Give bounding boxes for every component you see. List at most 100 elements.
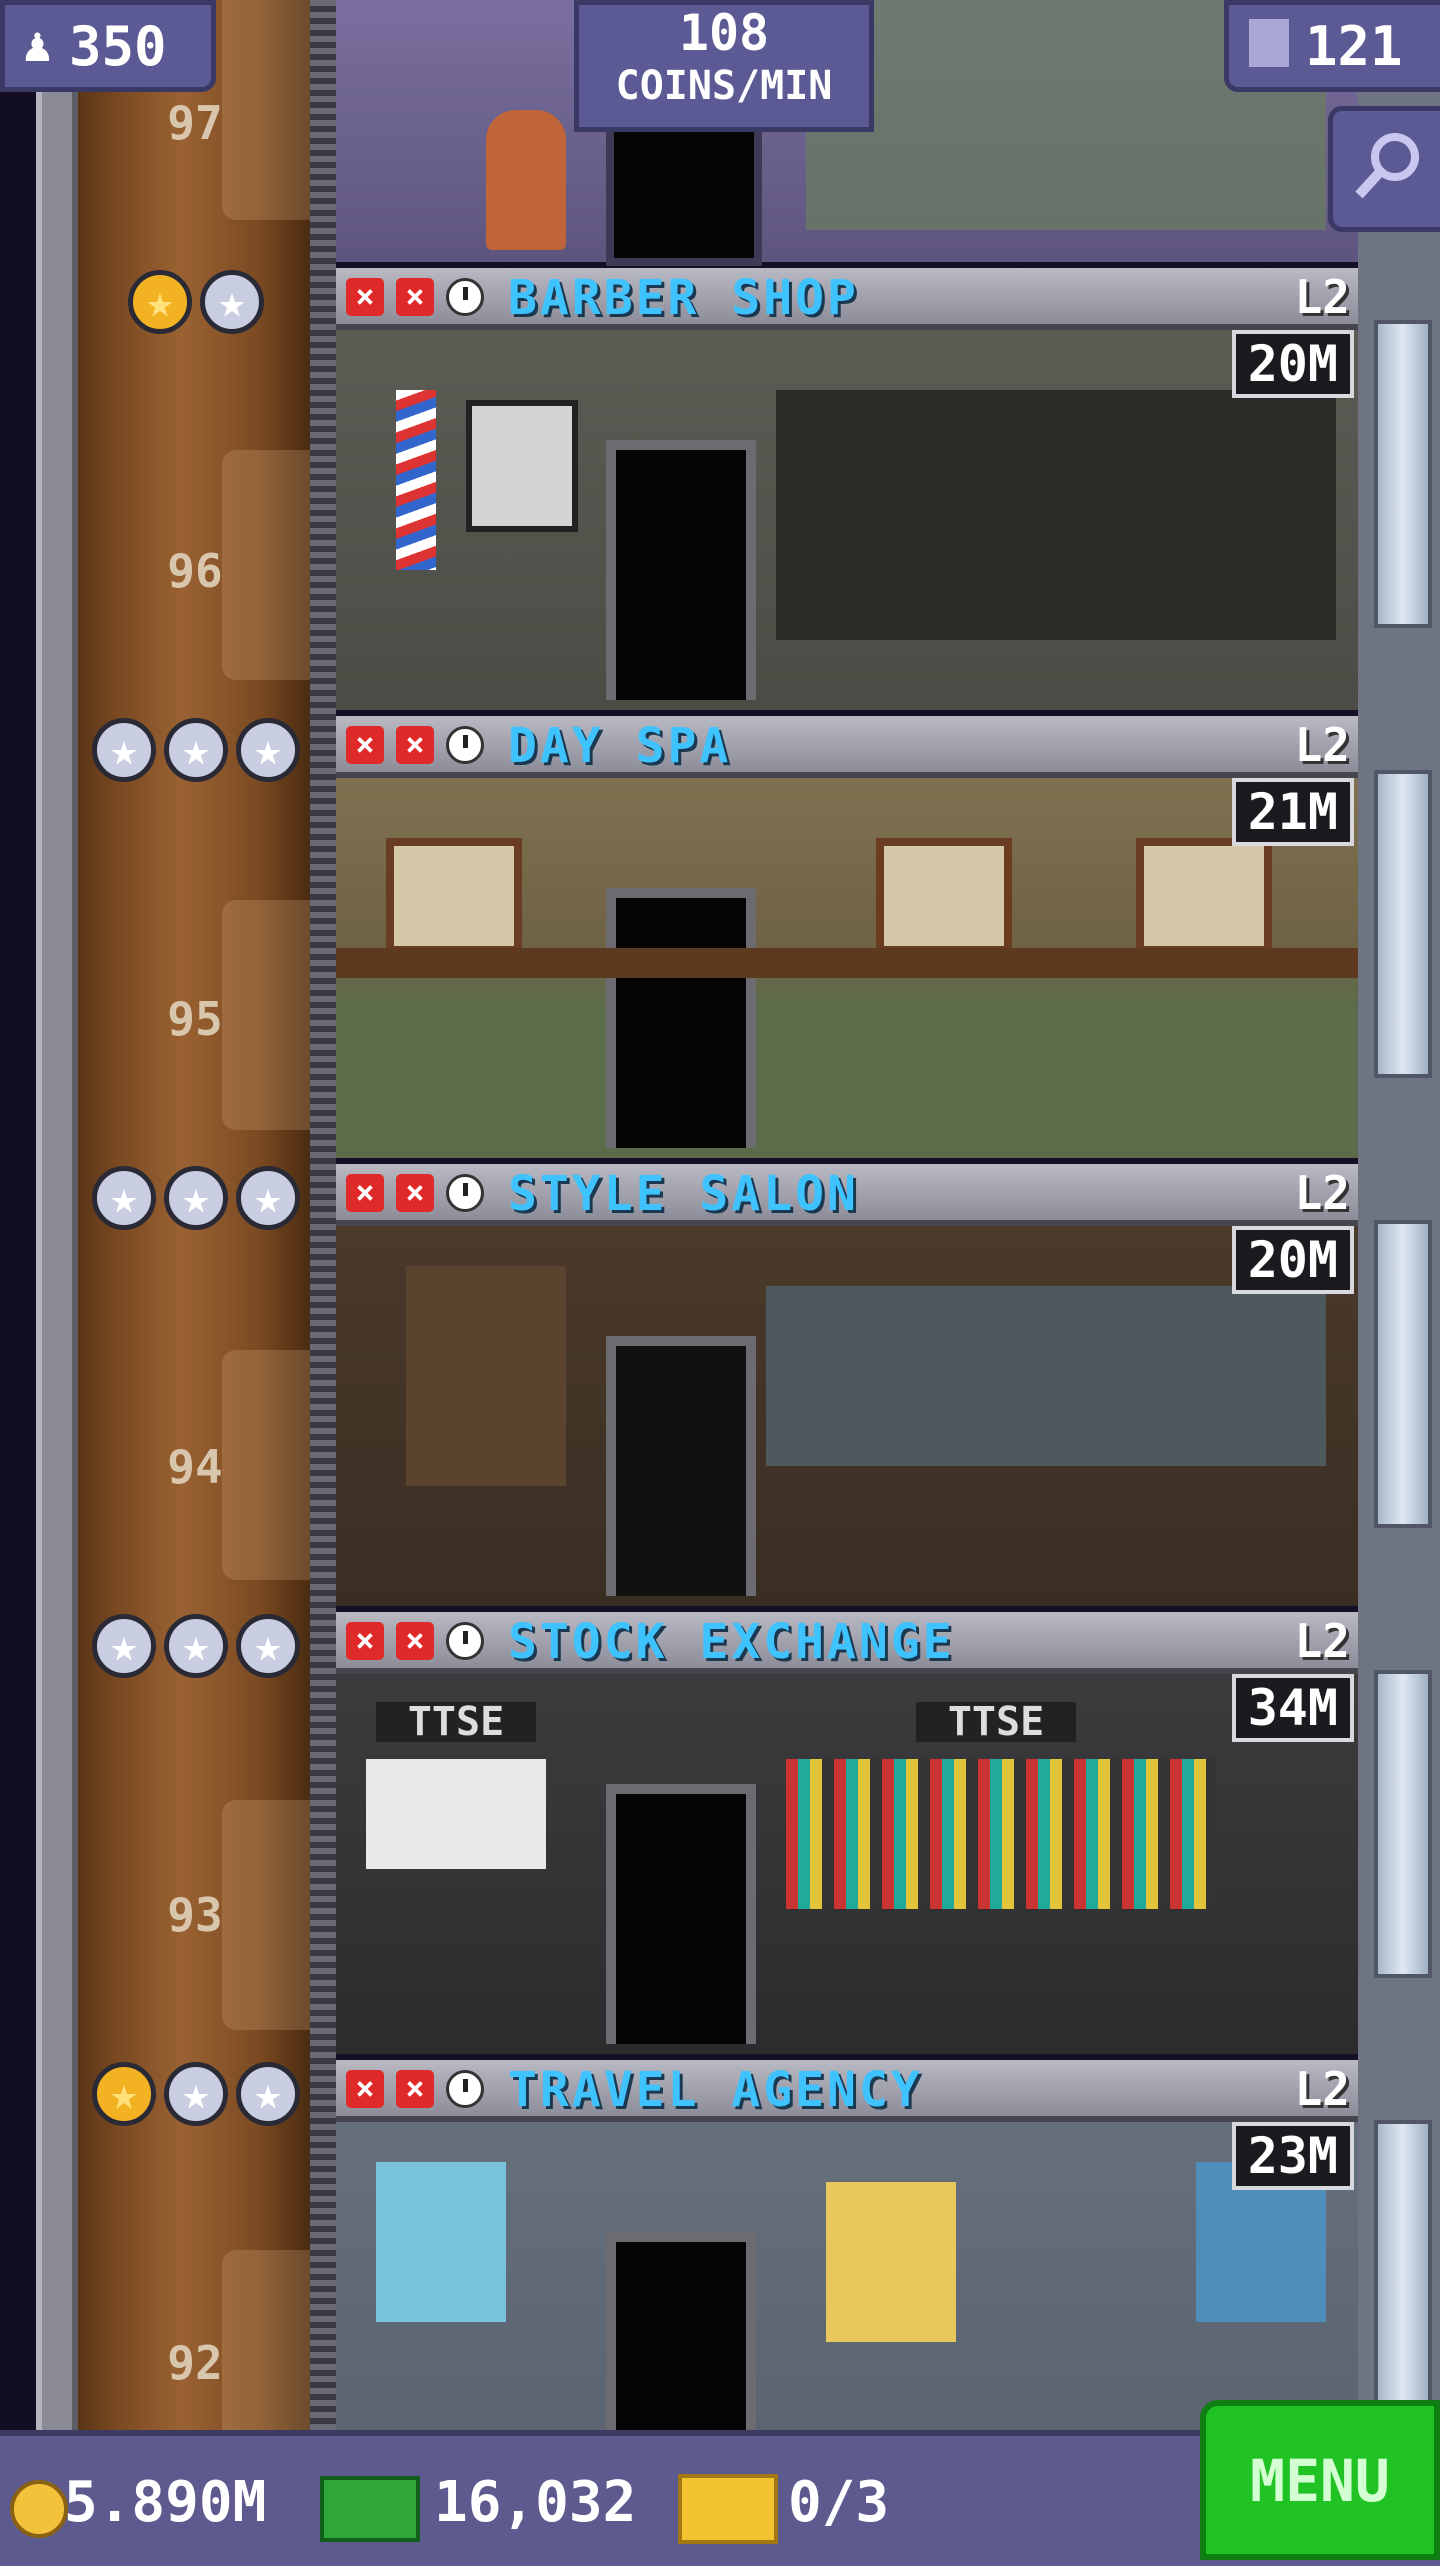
- close-icon: ×: [346, 2070, 384, 2108]
- coins-value: 5.890M: [64, 2470, 267, 2535]
- travel-poster: [826, 2182, 956, 2342]
- star-icon: ★: [128, 270, 192, 334]
- picture-frame: [876, 838, 1012, 954]
- star-icon: ★: [92, 2062, 156, 2126]
- coins-rate-display: 108 COINS/MIN: [574, 0, 874, 132]
- star-icon: ★: [92, 1166, 156, 1230]
- floor-star-rating: ★ ★: [128, 270, 268, 336]
- floor-level: L2: [1294, 270, 1350, 324]
- floor-name: TRAVEL AGENCY: [508, 2062, 923, 2118]
- star-icon: ★: [164, 1166, 228, 1230]
- floors-counter[interactable]: 121: [1224, 0, 1440, 92]
- population-value: 350: [69, 15, 167, 78]
- star-icon: ★: [92, 1614, 156, 1678]
- clock-icon: [446, 2070, 484, 2108]
- elevator-track: [310, 0, 336, 2430]
- star-icon: ★: [164, 1614, 228, 1678]
- floor-name: DAY SPA: [508, 718, 732, 774]
- stock-ticker-board: [786, 1759, 1216, 1909]
- star-icon: ★: [236, 2062, 300, 2126]
- floor-number: 96: [167, 544, 223, 598]
- close-icon: ×: [396, 278, 434, 316]
- floor-room[interactable]: [336, 330, 1358, 710]
- floor-level: L2: [1294, 718, 1350, 772]
- close-icon: ×: [346, 726, 384, 764]
- building-icon: [1249, 19, 1289, 67]
- star-icon: ★: [236, 1614, 300, 1678]
- star-icon: ★: [236, 718, 300, 782]
- close-icon: ×: [346, 1622, 384, 1660]
- clock-icon: [446, 1622, 484, 1660]
- population-counter[interactable]: ♟ 350: [0, 0, 216, 92]
- shelf: [406, 1266, 566, 1486]
- floor-header: × × TRAVEL AGENCY L2: [336, 2060, 1358, 2122]
- floor-name: STOCK EXCHANGE: [508, 1614, 955, 1670]
- window: [1374, 2120, 1432, 2428]
- person-icon: ♟: [23, 17, 52, 73]
- floor-timer: 21M: [1231, 778, 1354, 846]
- bux-icon: [320, 2476, 420, 2542]
- floor-style-salon[interactable]: × × STYLE SALON L2 20M: [336, 1164, 1358, 1612]
- floor-star-rating: ★ ★ ★: [92, 1166, 304, 1232]
- floor-timer: 23M: [1231, 2122, 1354, 2190]
- floor-room[interactable]: TTSE TTSE: [336, 1674, 1358, 2054]
- exchange-sign: TTSE: [916, 1702, 1076, 1742]
- menu-button[interactable]: MENU: [1200, 2400, 1440, 2560]
- floor-number: 97: [167, 96, 223, 150]
- floor-star-rating: ★ ★ ★: [92, 2062, 304, 2128]
- room-door: [606, 1336, 756, 1596]
- floor-barber-shop[interactable]: × × BARBER SHOP L2 20M: [336, 268, 1358, 716]
- clock-icon: [446, 1174, 484, 1212]
- coins-rate-unit: COINS/MIN: [615, 63, 833, 109]
- floor-timer: 20M: [1231, 330, 1354, 398]
- floor-stock-exchange[interactable]: × × STOCK EXCHANGE L2 TTSE TTSE 34M: [336, 1612, 1358, 2060]
- floor-header: × × STYLE SALON L2: [336, 1164, 1358, 1226]
- floor-room[interactable]: [336, 1226, 1358, 1606]
- travel-poster: [376, 2162, 506, 2322]
- exchange-sign: TTSE: [376, 1702, 536, 1742]
- star-icon: ★: [236, 1166, 300, 1230]
- barber-pole: [396, 390, 436, 570]
- bux-value: 16,032: [434, 2470, 637, 2535]
- search-icon: [1355, 133, 1419, 199]
- floor-name: STYLE SALON: [508, 1166, 859, 1222]
- star-icon: ★: [164, 2062, 228, 2126]
- close-icon: ×: [346, 278, 384, 316]
- close-icon: ×: [396, 1622, 434, 1660]
- floor-star-rating: ★ ★ ★: [92, 1614, 304, 1680]
- room-door: [606, 1784, 756, 2044]
- star-icon: ★: [164, 718, 228, 782]
- room-door: [606, 888, 756, 1148]
- tickets-value: 0/3: [788, 2470, 890, 2535]
- poster: [466, 400, 578, 532]
- tower-outer-wall: [36, 0, 78, 2430]
- close-icon: ×: [346, 1174, 384, 1212]
- coin-icon: [10, 2480, 68, 2538]
- search-button[interactable]: [1328, 106, 1440, 232]
- wall-trim: [336, 948, 1358, 978]
- sky-background: [0, 0, 36, 2560]
- floor-room[interactable]: [336, 778, 1358, 1158]
- floor-star-rating: ★ ★ ★: [92, 718, 304, 784]
- salon-window: [766, 1286, 1326, 1466]
- star-icon: ★: [92, 718, 156, 782]
- clock-icon: [446, 726, 484, 764]
- coins-rate-value: 108: [678, 4, 770, 62]
- floor-timer: 20M: [1231, 1226, 1354, 1294]
- window: [1374, 770, 1432, 1078]
- picture-frame: [1136, 838, 1272, 954]
- picture-frame: [386, 838, 522, 954]
- close-icon: ×: [396, 726, 434, 764]
- floor-header: × × BARBER SHOP L2: [336, 268, 1358, 330]
- close-icon: ×: [396, 1174, 434, 1212]
- ticket-icon: [678, 2474, 778, 2544]
- floor-day-spa[interactable]: × × DAY SPA L2 21M: [336, 716, 1358, 1164]
- room-door: [606, 440, 756, 700]
- floor-level: L2: [1294, 1166, 1350, 1220]
- room-door: [606, 120, 762, 266]
- floor-number: 95: [167, 992, 223, 1046]
- window: [1374, 320, 1432, 628]
- resident-figure[interactable]: [486, 110, 566, 250]
- floor-level: L2: [1294, 1614, 1350, 1668]
- floor-number: 92: [167, 2336, 223, 2390]
